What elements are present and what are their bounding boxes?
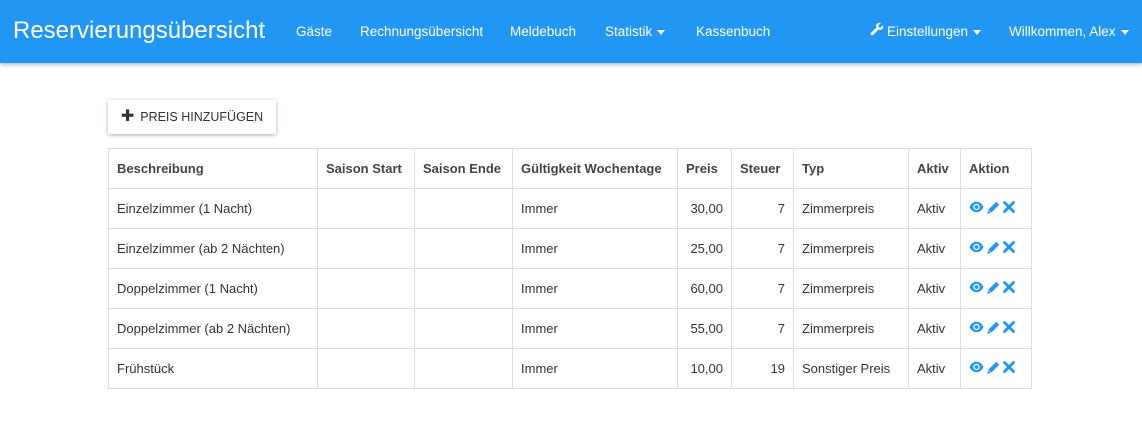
close-icon[interactable] — [1003, 361, 1015, 376]
cell-aktion — [960, 228, 1032, 269]
table-row: Einzelzimmer (ab 2 Nächten) Immer 25,00 … — [108, 228, 1032, 269]
plus-icon: ✚ — [120, 108, 135, 125]
price-table: Beschreibung Saison Start Saison Ende Gü… — [108, 148, 1032, 389]
cell-typ: Sonstiger Preis — [793, 348, 909, 389]
nav-item-einstellungen-label: Einstellungen — [887, 24, 969, 39]
top-navbar: Reservierungsübersicht Gäste Rechnungsüb… — [0, 0, 1142, 63]
table-row: Doppelzimmer (1 Nacht) Immer 60,00 7 Zim… — [108, 268, 1032, 309]
chevron-down-icon — [657, 29, 666, 35]
table-row: Frühstück Immer 10,00 19 Sonstiger Preis… — [108, 348, 1032, 389]
cell-saison-start — [317, 228, 415, 269]
cell-typ: Zimmerpreis — [793, 228, 909, 269]
pencil-icon[interactable] — [987, 241, 1000, 257]
cell-saison-ende — [414, 268, 513, 309]
cell-preis: 10,00 — [677, 348, 732, 389]
close-icon[interactable] — [1003, 321, 1015, 336]
table-header-row: Beschreibung Saison Start Saison Ende Gü… — [108, 148, 1032, 189]
cell-aktiv: Aktiv — [908, 188, 961, 229]
cell-typ: Zimmerpreis — [793, 188, 909, 229]
brand-title[interactable]: Reservierungsübersicht — [13, 15, 265, 47]
cell-aktiv: Aktiv — [908, 308, 961, 349]
column-header[interactable]: Beschreibung — [108, 148, 318, 189]
cell-saison-start — [317, 188, 415, 229]
column-header[interactable]: Steuer — [731, 148, 794, 189]
cell-beschreibung: Doppelzimmer (ab 2 Nächten) — [108, 308, 318, 349]
nav-item-statistik[interactable]: Statistik — [605, 22, 666, 42]
cell-saison-ende — [414, 228, 513, 269]
nav-item-einstellungen[interactable]: Einstellungen — [870, 22, 982, 42]
cell-aktiv: Aktiv — [908, 268, 961, 309]
cell-gueltigkeit: Immer — [512, 268, 678, 309]
table-row: Doppelzimmer (ab 2 Nächten) Immer 55,00 … — [108, 308, 1032, 349]
cell-saison-ende — [414, 308, 513, 349]
cell-saison-start — [317, 348, 415, 389]
column-header[interactable]: Saison Start — [317, 148, 415, 189]
close-icon[interactable] — [1003, 201, 1015, 216]
add-price-label: PREIS HINZUFÜGEN — [140, 110, 264, 124]
cell-preis: 25,00 — [677, 228, 732, 269]
user-menu-label: Willkommen, Alex — [1009, 24, 1116, 39]
close-icon[interactable] — [1003, 241, 1015, 256]
column-header[interactable]: Aktiv — [908, 148, 961, 189]
column-header[interactable]: Typ — [793, 148, 909, 189]
add-price-button[interactable]: ✚ PREIS HINZUFÜGEN — [108, 100, 276, 134]
column-header: Aktion — [960, 148, 1032, 189]
cell-steuer: 7 — [731, 228, 794, 269]
cell-steuer: 7 — [731, 268, 794, 309]
cell-aktion — [960, 308, 1032, 349]
cell-beschreibung: Frühstück — [108, 348, 318, 389]
user-menu[interactable]: Willkommen, Alex — [1009, 22, 1129, 42]
column-header[interactable]: Gültigkeit Wochentage — [512, 148, 678, 189]
eye-icon[interactable] — [969, 241, 984, 256]
nav-item-gaeste[interactable]: Gäste — [296, 22, 332, 42]
nav-item-meldebuch[interactable]: Meldebuch — [510, 22, 576, 42]
cell-steuer: 7 — [731, 308, 794, 349]
cell-beschreibung: Doppelzimmer (1 Nacht) — [108, 268, 318, 309]
cell-gueltigkeit: Immer — [512, 308, 678, 349]
nav-item-kassenbuch[interactable]: Kassenbuch — [696, 22, 770, 42]
eye-icon[interactable] — [969, 321, 984, 336]
cell-steuer: 19 — [731, 348, 794, 389]
cell-steuer: 7 — [731, 188, 794, 229]
pencil-icon[interactable] — [987, 321, 1000, 337]
cell-aktiv: Aktiv — [908, 348, 961, 389]
column-header[interactable]: Preis — [677, 148, 732, 189]
chevron-down-icon — [973, 29, 982, 35]
cell-saison-start — [317, 268, 415, 309]
pencil-icon[interactable] — [987, 281, 1000, 297]
table-row: Einzelzimmer (1 Nacht) Immer 30,00 7 Zim… — [108, 188, 1032, 229]
eye-icon[interactable] — [969, 361, 984, 376]
cell-beschreibung: Einzelzimmer (1 Nacht) — [108, 188, 318, 229]
cell-aktiv: Aktiv — [908, 228, 961, 269]
cell-gueltigkeit: Immer — [512, 228, 678, 269]
cell-aktion — [960, 268, 1032, 309]
cell-beschreibung: Einzelzimmer (ab 2 Nächten) — [108, 228, 318, 269]
pencil-icon[interactable] — [987, 361, 1000, 377]
chevron-down-icon — [1120, 29, 1129, 35]
cell-preis: 30,00 — [677, 188, 732, 229]
close-icon[interactable] — [1003, 281, 1015, 296]
column-header[interactable]: Saison Ende — [414, 148, 513, 189]
cell-preis: 60,00 — [677, 268, 732, 309]
cell-typ: Zimmerpreis — [793, 308, 909, 349]
cell-typ: Zimmerpreis — [793, 268, 909, 309]
cell-preis: 55,00 — [677, 308, 732, 349]
cell-gueltigkeit: Immer — [512, 188, 678, 229]
wrench-icon — [870, 22, 884, 42]
cell-gueltigkeit: Immer — [512, 348, 678, 389]
eye-icon[interactable] — [969, 281, 984, 296]
nav-item-statistik-label: Statistik — [605, 24, 653, 39]
nav-item-rechnungsuebersicht[interactable]: Rechnungsübersicht — [360, 22, 483, 42]
eye-icon[interactable] — [969, 201, 984, 216]
cell-aktion — [960, 188, 1032, 229]
cell-saison-ende — [414, 348, 513, 389]
pencil-icon[interactable] — [987, 201, 1000, 217]
cell-saison-ende — [414, 188, 513, 229]
cell-saison-start — [317, 308, 415, 349]
cell-aktion — [960, 348, 1032, 389]
